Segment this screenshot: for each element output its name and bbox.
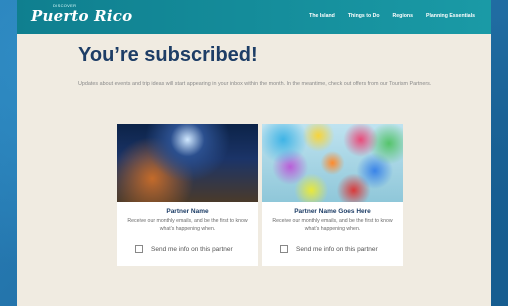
nav-item-things-to-do[interactable]: Things to Do <box>348 13 380 19</box>
opt-in-label[interactable]: Send me info on this partner <box>151 246 233 253</box>
content-panel: You’re subscribed! Updates about events … <box>17 34 491 306</box>
opt-in-checkbox[interactable] <box>135 245 143 253</box>
partner-description: Receive our monthly emails, and be the f… <box>127 218 248 232</box>
partner-card: Partner Name Goes Here Receive our month… <box>262 124 403 266</box>
partner-name: Partner Name Goes Here <box>294 208 371 215</box>
main-nav: The Island Things to Do Regions Planning… <box>309 13 475 19</box>
nav-item-regions[interactable]: Regions <box>393 13 413 19</box>
partner-name: Partner Name <box>166 208 209 215</box>
partner-opt-in[interactable]: Send me info on this partner <box>280 245 378 253</box>
page-title: You’re subscribed! <box>78 44 258 66</box>
opt-in-checkbox[interactable] <box>280 245 288 253</box>
nav-item-the-island[interactable]: The Island <box>309 13 335 19</box>
site-header: DISCOVER Puerto Rico The Island Things t… <box>17 0 491 34</box>
partner-image <box>262 124 403 202</box>
puerto-rico-logo[interactable]: Puerto Rico <box>31 7 132 25</box>
opt-in-label[interactable]: Send me info on this partner <box>296 246 378 253</box>
partner-image <box>117 124 258 202</box>
partner-opt-in[interactable]: Send me info on this partner <box>135 245 233 253</box>
partner-description: Receive our monthly emails, and be the f… <box>272 218 393 232</box>
nav-item-planning-essentials[interactable]: Planning Essentials <box>426 13 475 19</box>
partner-card: Partner Name Receive our monthly emails,… <box>117 124 258 266</box>
page-description: Updates about events and trip ideas will… <box>78 81 432 87</box>
